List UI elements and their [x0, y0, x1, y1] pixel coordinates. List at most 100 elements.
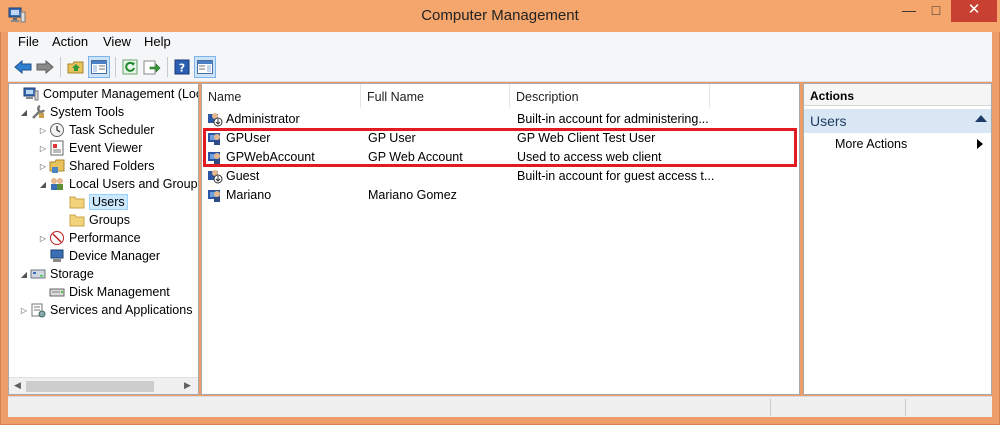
tree-item-event-viewer[interactable]: ▷ Event Viewer [37, 139, 142, 157]
user-description: Built-in account for administering... [517, 112, 709, 126]
tree-item-label: Shared Folders [69, 159, 155, 173]
tree-item-task-scheduler[interactable]: ▷ Task Scheduler [37, 121, 154, 139]
forward-arrow-icon [36, 60, 54, 74]
toolbar-separator [60, 57, 61, 77]
disk-management-icon [49, 284, 65, 300]
export-list-button[interactable] [141, 56, 163, 78]
collapse-up-icon[interactable] [975, 115, 987, 122]
up-one-level-button[interactable] [65, 56, 87, 78]
user-name: Administrator [226, 112, 300, 126]
up-folder-icon [67, 61, 84, 74]
back-button[interactable] [12, 56, 34, 78]
actions-section-users[interactable]: Users [804, 109, 991, 133]
system-tools-icon [30, 104, 46, 120]
status-segment [770, 399, 771, 416]
minimize-button[interactable]: — [895, 0, 923, 22]
toolbar: ? [8, 52, 992, 82]
column-header-description[interactable]: Description [510, 84, 710, 108]
tree-horizontal-scrollbar[interactable]: ◀ ▶ [9, 377, 198, 394]
tree-item-system-tools[interactable]: ◢ System Tools [18, 103, 124, 121]
help-icon: ? [174, 59, 190, 75]
user-disabled-icon [207, 168, 223, 184]
back-arrow-icon [14, 60, 32, 74]
tree-item-performance[interactable]: ▷ Performance [37, 229, 141, 247]
tree-item-computer-management[interactable]: Computer Management (Local [11, 85, 199, 103]
actions-section-label: Users [810, 113, 847, 129]
tree-expander[interactable]: ◢ [18, 108, 30, 117]
toolbar-separator [115, 57, 116, 77]
menu-help[interactable]: Help [144, 34, 171, 49]
show-hide-tree-icon [91, 60, 107, 74]
toolbar-separator [167, 57, 168, 77]
tree-item-label: System Tools [50, 105, 125, 119]
column-header-name[interactable]: Name [202, 84, 361, 108]
tree-item-label: Performance [69, 231, 141, 245]
tree-expander[interactable]: ◢ [37, 180, 49, 189]
forward-button[interactable] [34, 56, 56, 78]
event-viewer-icon [49, 140, 65, 156]
tree-item-label: Computer Management (Local [43, 87, 199, 101]
tree-expander[interactable]: ◢ [18, 270, 30, 279]
tree-item-label: Disk Management [69, 285, 170, 299]
folder-icon [69, 194, 85, 210]
tree-item-label: Storage [50, 267, 94, 281]
status-segment [905, 399, 906, 416]
export-list-icon [143, 60, 161, 75]
refresh-button[interactable] [119, 56, 141, 78]
tree-item-label: Event Viewer [69, 141, 143, 155]
actions-pane: Actions Users More Actions [803, 83, 992, 395]
tree-expander[interactable]: ▷ [37, 126, 49, 135]
folder-icon [69, 212, 85, 228]
performance-icon [49, 230, 65, 246]
tree-item-shared-folders[interactable]: ▷ Shared Folders [37, 157, 154, 175]
actions-header: Actions [804, 84, 991, 106]
tree-item-users[interactable]: Users [57, 193, 128, 211]
show-hide-console-tree-button[interactable] [88, 56, 110, 78]
help-button[interactable]: ? [171, 56, 193, 78]
close-button[interactable]: ✕ [951, 0, 997, 22]
menu-file[interactable]: File [18, 34, 39, 49]
tree-expander[interactable]: ▷ [37, 234, 49, 243]
user-name: Mariano [226, 188, 272, 202]
refresh-icon [122, 59, 138, 75]
show-hide-action-pane-button[interactable] [194, 56, 216, 78]
shared-folder-icon [49, 158, 65, 174]
menu-action[interactable]: Action [52, 34, 88, 49]
tree-item-label: Groups [89, 213, 130, 227]
submenu-arrow-icon[interactable] [977, 139, 983, 149]
tree-expander[interactable]: ▷ [37, 162, 49, 171]
title-bar[interactable]: Computer Management — □ ✕ [0, 0, 1000, 32]
tree-item-disk-management[interactable]: Disk Management [37, 283, 170, 301]
tree-expander[interactable]: ▷ [18, 306, 30, 315]
user-row-mariano[interactable]: Mariano Mariano Gomez [202, 186, 799, 205]
tree-expander[interactable]: ▷ [37, 144, 49, 153]
tree-item-label: Task Scheduler [69, 123, 155, 137]
more-actions-item[interactable]: More Actions [835, 137, 907, 151]
user-row-administrator[interactable]: Administrator Built-in account for admin… [202, 110, 799, 129]
user-disabled-icon [207, 111, 223, 127]
scroll-left-arrow-icon[interactable]: ◀ [14, 380, 21, 391]
user-icon [207, 187, 223, 203]
scroll-right-arrow-icon[interactable]: ▶ [184, 380, 191, 391]
svg-text:?: ? [179, 62, 185, 75]
menu-view[interactable]: View [103, 34, 131, 49]
scrollbar-thumb[interactable] [26, 381, 154, 392]
services-icon [30, 302, 46, 318]
tree-item-local-users-groups[interactable]: ◢ Local Users and Groups [37, 175, 199, 193]
computer-management-icon [23, 86, 39, 102]
console-tree-pane[interactable]: Computer Management (Local ◢ System Tool… [8, 83, 199, 395]
tree-item-label: Users [89, 194, 128, 210]
tree-item-services-applications[interactable]: ▷ Services and Applications [18, 301, 192, 319]
clock-icon [49, 122, 65, 138]
tree-item-groups[interactable]: Groups [57, 211, 130, 229]
highlight-annotation-box [203, 128, 797, 167]
maximize-button[interactable]: □ [922, 0, 950, 22]
menu-bar: File Action View Help [8, 32, 992, 52]
window-title: Computer Management [421, 7, 579, 24]
tree-item-storage[interactable]: ◢ Storage [18, 265, 94, 283]
tree-item-label: Local Users and Groups [69, 177, 199, 191]
column-header-full-name[interactable]: Full Name [361, 84, 510, 108]
user-row-guest[interactable]: Guest Built-in account for guest access … [202, 167, 799, 186]
user-full-name: Mariano Gomez [368, 188, 457, 202]
tree-item-device-manager[interactable]: Device Manager [37, 247, 160, 265]
